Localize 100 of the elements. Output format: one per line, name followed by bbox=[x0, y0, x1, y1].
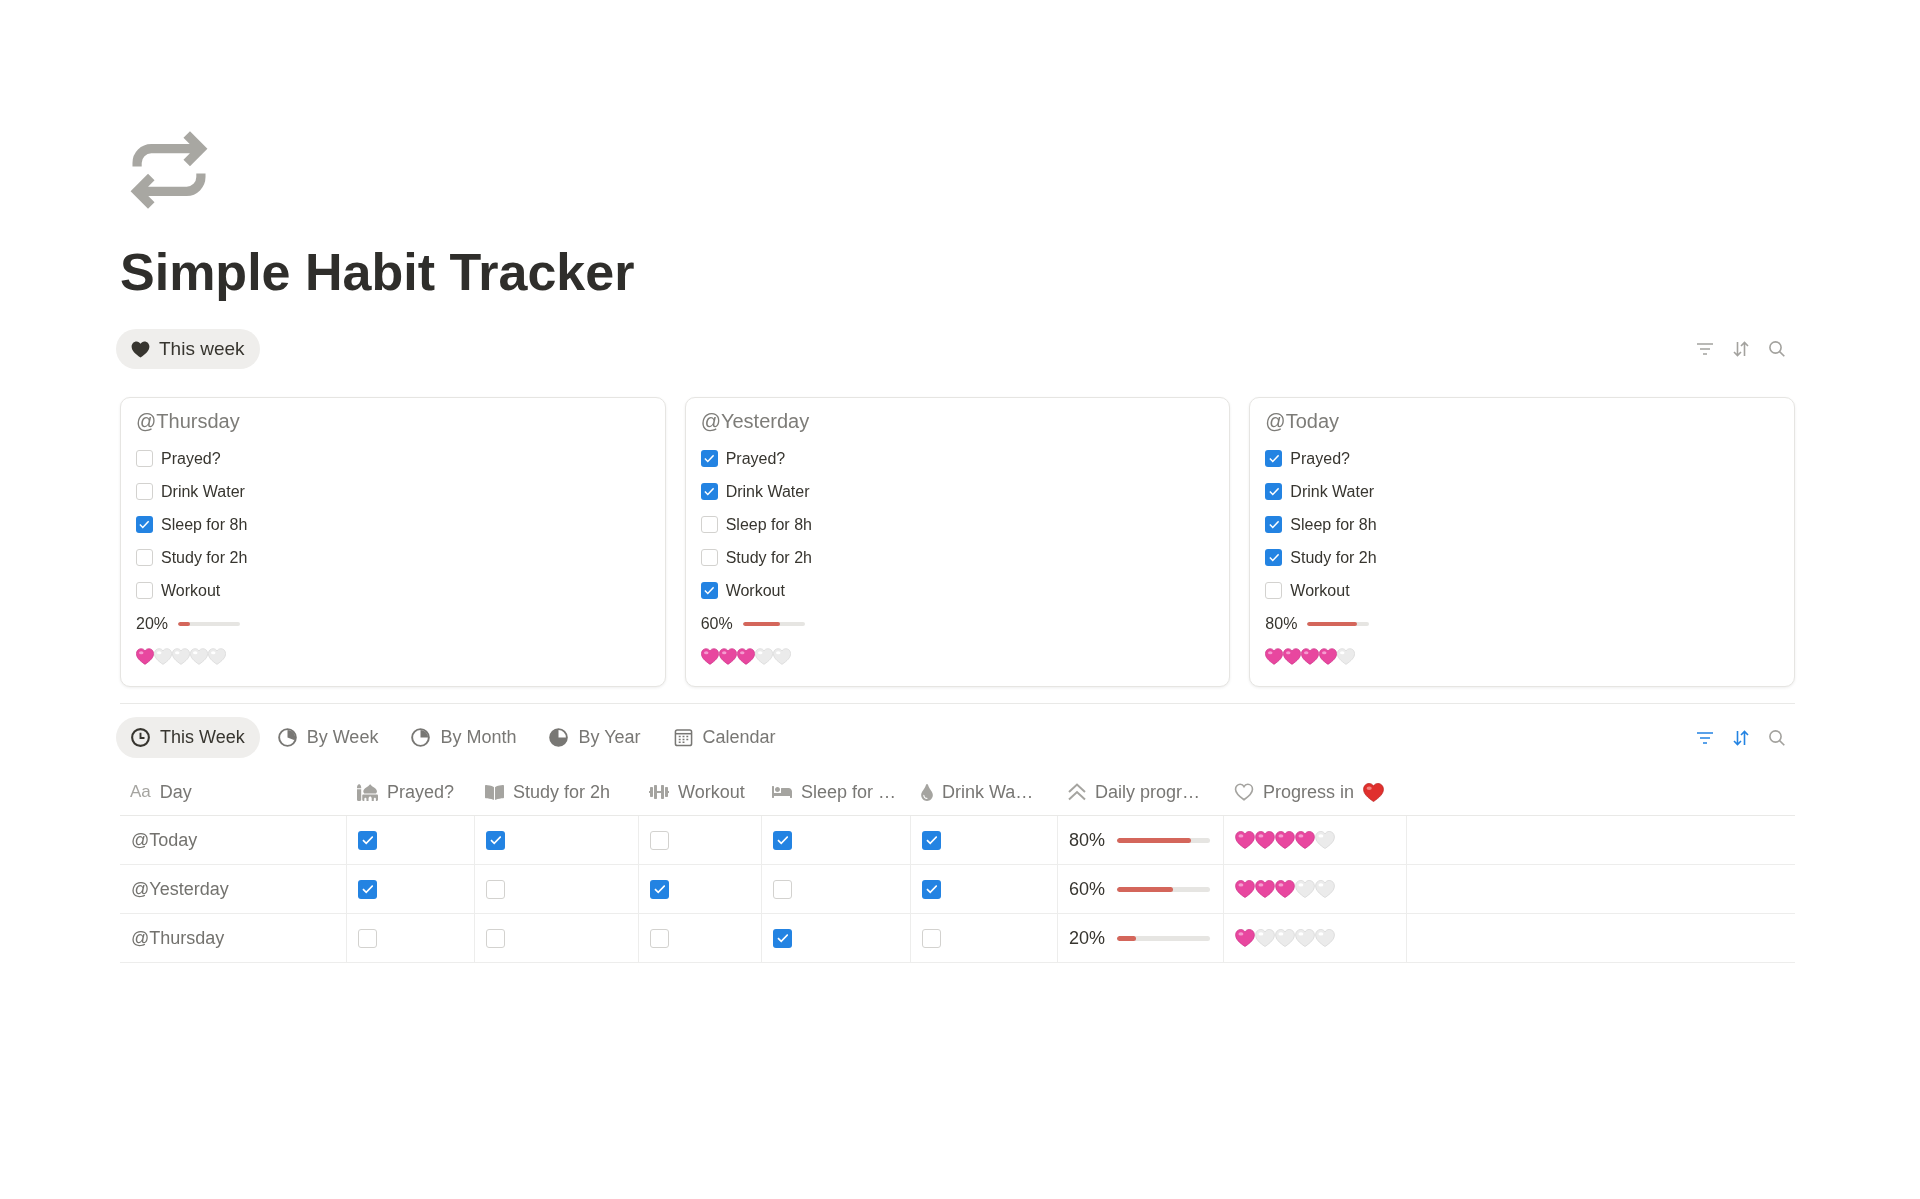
progress-reading: 20% bbox=[1069, 926, 1106, 950]
checkmark-icon bbox=[489, 835, 502, 845]
checkbox[interactable] bbox=[486, 928, 505, 948]
column-header[interactable]: Progress in bbox=[1263, 778, 1355, 806]
column-header[interactable]: Day bbox=[159, 778, 192, 806]
checkbox[interactable] bbox=[1265, 516, 1283, 533]
column-header[interactable]: Study for 2h bbox=[513, 778, 611, 806]
checkbox[interactable] bbox=[136, 582, 153, 599]
checkbox[interactable] bbox=[700, 450, 718, 467]
heart-icon bbox=[1255, 831, 1275, 849]
checkbox[interactable] bbox=[700, 549, 718, 566]
checkbox[interactable] bbox=[136, 483, 153, 500]
view-tab[interactable]: This Week bbox=[116, 717, 260, 758]
checkmark-icon bbox=[653, 884, 666, 894]
habit-label: Drink Water bbox=[161, 481, 245, 502]
checkbox[interactable] bbox=[1265, 582, 1283, 599]
heart-icon bbox=[154, 648, 172, 665]
card-title: @Thursday bbox=[136, 409, 240, 434]
column-header[interactable]: Prayed? bbox=[387, 778, 455, 806]
checkbox[interactable] bbox=[922, 830, 941, 850]
sort-icon[interactable] bbox=[1733, 341, 1749, 357]
checkbox[interactable] bbox=[773, 879, 792, 899]
day-title[interactable]: @Today bbox=[131, 826, 198, 854]
checkmark-icon bbox=[1268, 553, 1280, 562]
progress-reading: 80% bbox=[1265, 613, 1298, 634]
habit-label: Sleep for 8h bbox=[1290, 514, 1377, 535]
bed-icon bbox=[772, 784, 792, 800]
heart-icon bbox=[1315, 831, 1335, 849]
heart-icon bbox=[1337, 648, 1356, 665]
heart-icon bbox=[1235, 880, 1255, 898]
checkbox[interactable] bbox=[1265, 483, 1283, 500]
checkbox[interactable] bbox=[136, 549, 153, 566]
checkbox[interactable] bbox=[700, 483, 718, 500]
checkbox[interactable] bbox=[486, 830, 505, 850]
heart-icon bbox=[208, 648, 226, 665]
day-card[interactable]: @Yesterday Prayed? Drink Water Sleep for 8h Study for 2h Workout 60% bbox=[684, 397, 1231, 687]
habit-label: Workout bbox=[725, 580, 785, 601]
checkbox[interactable] bbox=[650, 928, 669, 948]
heart-icon bbox=[1319, 648, 1338, 665]
checkbox[interactable] bbox=[136, 516, 153, 533]
heart-outline-icon bbox=[1234, 783, 1254, 801]
heart-icon bbox=[1301, 648, 1320, 665]
type-glyph: Aa bbox=[130, 781, 151, 804]
day-title[interactable]: @Yesterday bbox=[131, 875, 229, 903]
progress-reading: 80% bbox=[1069, 828, 1106, 852]
heart-icon bbox=[1265, 648, 1284, 665]
checkbox[interactable] bbox=[1265, 549, 1283, 566]
pie-chart-icon bbox=[549, 728, 569, 747]
heart-icon bbox=[131, 340, 150, 358]
view-tab[interactable]: By Month bbox=[396, 717, 532, 758]
pie-chart-icon bbox=[277, 728, 297, 747]
progress-reading: 20% bbox=[136, 613, 169, 634]
column-header[interactable]: Daily progr… bbox=[1095, 778, 1201, 806]
search-icon[interactable] bbox=[1769, 729, 1785, 746]
habit-label: Workout bbox=[161, 580, 221, 601]
checkmark-icon bbox=[703, 454, 715, 463]
search-icon[interactable] bbox=[1769, 341, 1785, 357]
sort-icon[interactable] bbox=[1733, 729, 1749, 746]
habit-label: Workout bbox=[1290, 580, 1350, 601]
heart-icon bbox=[1363, 782, 1385, 802]
day-title[interactable]: @Thursday bbox=[131, 924, 225, 952]
checkbox[interactable] bbox=[922, 879, 941, 899]
heart-icon bbox=[190, 648, 208, 665]
column-header[interactable]: Drink Wa… bbox=[942, 778, 1034, 806]
checkbox[interactable] bbox=[1265, 450, 1283, 467]
mosque-icon bbox=[357, 783, 378, 801]
checkbox[interactable] bbox=[650, 830, 669, 850]
column-header[interactable]: Workout bbox=[678, 778, 745, 806]
checkbox[interactable] bbox=[700, 582, 718, 599]
day-card[interactable]: @Thursday Prayed? Drink Water Sleep for 8h Study for 2h Workout 20% bbox=[120, 397, 666, 687]
checkbox[interactable] bbox=[358, 879, 377, 899]
checkmark-icon bbox=[703, 586, 715, 595]
heart-icon bbox=[700, 648, 719, 665]
checkbox[interactable] bbox=[136, 450, 153, 467]
progress-reading: 60% bbox=[1069, 877, 1106, 901]
checkbox[interactable] bbox=[922, 928, 941, 948]
checkmark-icon bbox=[1268, 454, 1280, 463]
day-card[interactable]: @Today Prayed? Drink Water Sleep for 8h Study for 2h Workout 80% bbox=[1249, 397, 1795, 687]
heart-icon bbox=[1315, 929, 1335, 947]
checkbox[interactable] bbox=[358, 928, 377, 948]
view-tab[interactable]: This week bbox=[116, 329, 260, 369]
filter-icon[interactable] bbox=[1697, 343, 1713, 355]
checkbox[interactable] bbox=[486, 879, 505, 899]
heart-icon bbox=[772, 648, 791, 665]
heart-icon bbox=[754, 648, 773, 665]
checkbox[interactable] bbox=[650, 879, 669, 899]
checkbox[interactable] bbox=[773, 830, 792, 850]
view-tab[interactable]: By Year bbox=[534, 717, 656, 758]
pie-chart-icon bbox=[411, 728, 431, 747]
column-header[interactable]: Sleep for … bbox=[801, 778, 897, 806]
checkbox[interactable] bbox=[773, 928, 792, 948]
repeat-icon bbox=[130, 129, 208, 211]
card-title: @Yesterday bbox=[700, 409, 810, 434]
heart-icon bbox=[1275, 929, 1295, 947]
checkbox[interactable] bbox=[700, 516, 718, 533]
filter-icon[interactable] bbox=[1697, 731, 1713, 744]
checkbox[interactable] bbox=[358, 830, 377, 850]
view-tab[interactable]: By Week bbox=[262, 717, 394, 758]
checkmark-icon bbox=[361, 835, 374, 845]
view-tab[interactable]: Calendar bbox=[658, 717, 791, 758]
